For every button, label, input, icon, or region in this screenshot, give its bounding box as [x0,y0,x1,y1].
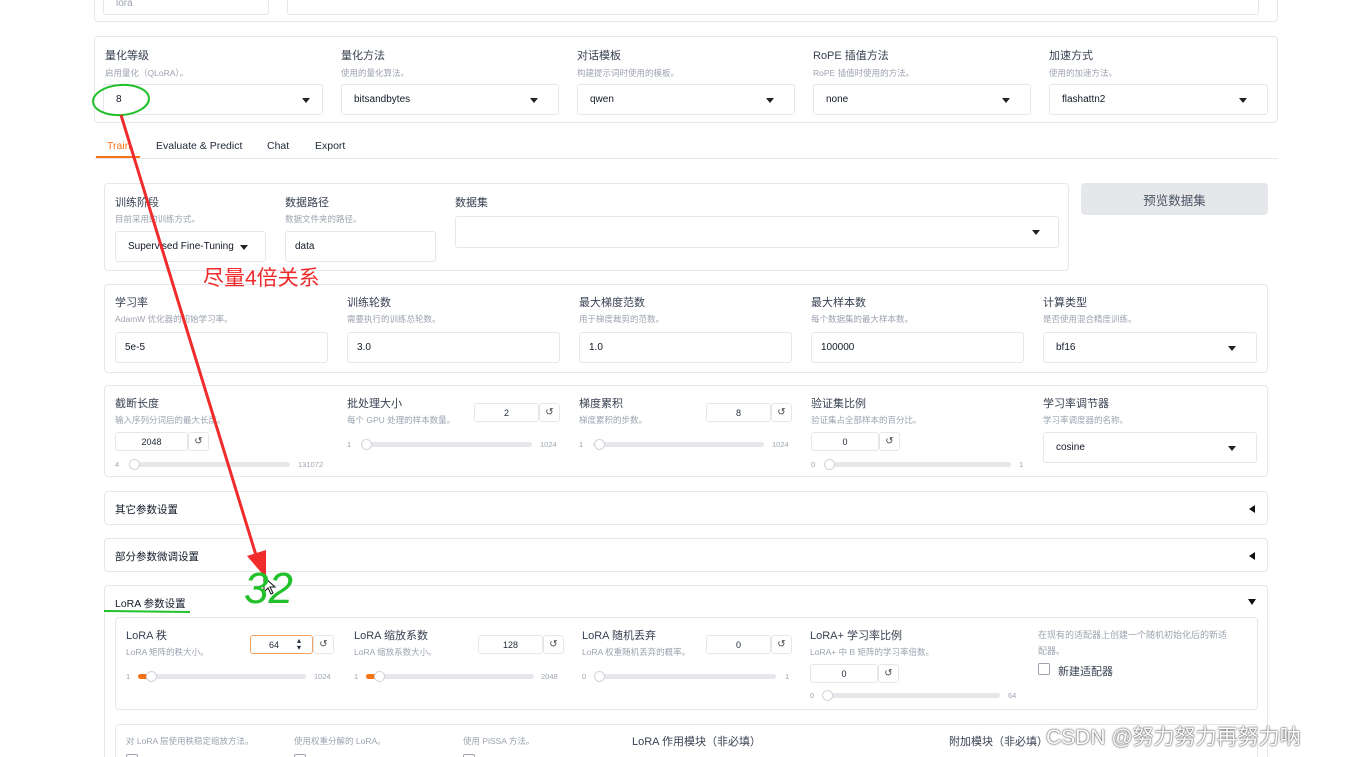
handwritten-annotation: 32 [244,564,293,613]
green-circle-annotation [92,83,150,117]
red-arrow-line [119,114,261,566]
watermark: CSDN @努力努力再努力呐 [1046,726,1301,749]
annotation-overlay [92,83,277,613]
green-underline-annotation [103,610,191,613]
annotation-text: 尽量4倍关系 [203,267,320,290]
